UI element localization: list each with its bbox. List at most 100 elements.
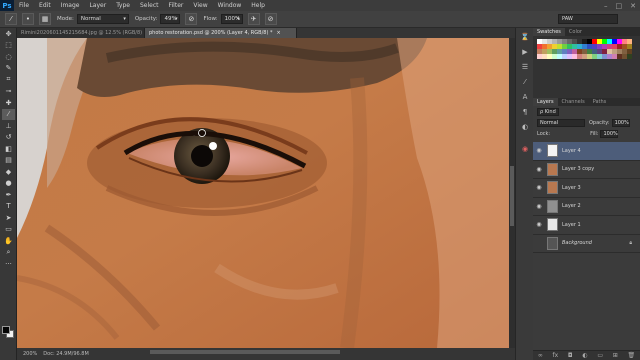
foreground-color-swatch[interactable] <box>2 326 10 334</box>
mode-select[interactable]: Normal <box>76 14 129 24</box>
document-tabs: Rimini2020601145215684.jpg @ 12.5% (RGB/… <box>17 28 515 38</box>
marquee-tool-icon[interactable]: ⬚ <box>2 40 15 52</box>
layer-kind-filter[interactable]: ρ Kind <box>537 107 559 116</box>
document-canvas[interactable] <box>17 38 509 348</box>
gradient-tool-icon[interactable]: ▤ <box>2 155 15 167</box>
paragraph-icon[interactable]: ¶ <box>519 106 531 118</box>
blend-mode-select[interactable]: Normal <box>537 118 585 127</box>
zoom-level[interactable]: 200% <box>23 351 37 357</box>
clone-stamp-tool-icon[interactable]: ⊥ <box>2 120 15 132</box>
layer-row[interactable]: ◉ Layer 3 copy <box>533 161 640 179</box>
path-select-tool-icon[interactable]: ➤ <box>2 212 15 224</box>
visibility-eye-icon[interactable]: ◉ <box>533 221 545 228</box>
menu-view[interactable]: View <box>188 0 212 11</box>
crop-tool-icon[interactable]: ⌗ <box>2 74 15 86</box>
menu-layer[interactable]: Layer <box>84 0 111 11</box>
layers-footer: ∞ fx ◘ ◐ ▭ ⊞ 🗑︎ <box>533 350 640 360</box>
airbrush-icon[interactable]: ✈ <box>247 13 260 25</box>
properties-icon[interactable]: ☰ <box>519 61 531 73</box>
more-tools-icon[interactable]: ··· <box>2 258 15 270</box>
layers-panel: Layers Channels Paths ρ Kind Normal Opac… <box>533 98 640 360</box>
tab-color[interactable]: Color <box>565 28 586 36</box>
menu-window[interactable]: Window <box>213 0 247 11</box>
swatch-grid <box>537 39 636 59</box>
brush-panel-icon[interactable]: ▦ <box>39 13 51 25</box>
character-icon[interactable]: A <box>519 91 531 103</box>
menu-type[interactable]: Type <box>111 0 135 11</box>
healing-brush-tool-icon[interactable]: ✚ <box>2 97 15 109</box>
blur-tool-icon[interactable]: ◆ <box>2 166 15 178</box>
delete-layer-icon[interactable]: 🗑︎ <box>627 352 635 359</box>
color-swatch[interactable] <box>627 54 632 59</box>
hand-tool-icon[interactable]: ✋ <box>2 235 15 247</box>
maximize-button[interactable]: □ <box>616 2 623 10</box>
brush-preset-icon[interactable]: ⁄ <box>5 13 17 25</box>
pressure-opacity-icon[interactable]: ⊘ <box>185 13 198 25</box>
visibility-eye-icon[interactable]: ◉ <box>533 166 545 173</box>
menu-image[interactable]: Image <box>56 0 85 11</box>
link-layers-icon[interactable]: ∞ <box>538 352 543 359</box>
blend-row: Normal Opacity: 100% <box>533 117 640 128</box>
minimize-button[interactable]: – <box>604 2 608 10</box>
layer-row[interactable]: ◉ Layer 4 <box>533 142 640 161</box>
workspace-select[interactable]: PAW <box>558 14 618 24</box>
brush-size-icon[interactable]: • <box>22 13 34 25</box>
tab-channels[interactable]: Channels <box>558 98 589 106</box>
adjustment-layer-icon[interactable]: ◐ <box>582 352 587 359</box>
pressure-size-icon[interactable]: ⊘ <box>264 13 277 25</box>
shape-tool-icon[interactable]: ▭ <box>2 224 15 236</box>
visibility-eye-icon[interactable]: ◉ <box>533 184 545 191</box>
menu-help[interactable]: Help <box>246 0 270 11</box>
tab-rimini[interactable]: Rimini2020601145215684.jpg @ 12.5% (RGB/… <box>17 28 145 38</box>
menu-file[interactable]: File <box>14 0 34 11</box>
tab-paths[interactable]: Paths <box>589 98 611 106</box>
type-tool-icon[interactable]: T <box>2 201 15 213</box>
visibility-eye-icon[interactable]: ◉ <box>533 147 545 154</box>
pen-tool-icon[interactable]: ✒ <box>2 189 15 201</box>
tab-layers[interactable]: Layers <box>533 98 558 106</box>
layer-name: Layer 3 <box>562 184 581 191</box>
layer-thumbnail <box>547 144 558 158</box>
menu-filter[interactable]: Filter <box>164 0 189 11</box>
lasso-tool-icon[interactable]: ◌ <box>2 51 15 63</box>
layer-opacity-input[interactable]: 100% <box>611 118 630 127</box>
lock-label: Lock: <box>537 130 551 137</box>
opacity-label: Opacity: <box>134 16 158 22</box>
history-brush-tool-icon[interactable]: ↺ <box>2 132 15 144</box>
new-layer-icon[interactable]: ⊞ <box>613 352 618 359</box>
tab-close-icon[interactable]: × <box>276 30 280 36</box>
color-wheel-icon[interactable]: ◉ <box>519 143 531 155</box>
photo-artwork <box>17 38 509 348</box>
fx-icon[interactable]: fx <box>553 352 559 359</box>
dodge-tool-icon[interactable]: ● <box>2 178 15 190</box>
eyedropper-tool-icon[interactable]: ⊸ <box>2 86 15 98</box>
tab-swatches[interactable]: Swatches <box>533 28 565 36</box>
filter-row: ρ Kind <box>533 106 640 117</box>
close-button[interactable]: ✕ <box>630 2 636 10</box>
tab-label: photo restoration.psd @ 200% (Layer 4, R… <box>149 30 273 36</box>
brush-presets-icon[interactable]: ⁄ <box>519 76 531 88</box>
vertical-scroll-thumb[interactable] <box>510 166 514 226</box>
opacity-input[interactable]: 49% <box>160 14 181 24</box>
add-mask-icon[interactable]: ◘ <box>568 352 573 359</box>
tab-photo-restoration[interactable]: photo restoration.psd @ 200% (Layer 4, R… <box>145 28 297 38</box>
layer-row[interactable]: ◉ Layer 2 <box>533 198 640 216</box>
menu-select[interactable]: Select <box>135 0 164 11</box>
history-icon[interactable]: ⌛ <box>519 31 531 43</box>
brush-tool-icon[interactable]: ⁄ <box>2 108 15 120</box>
zoom-tool-icon[interactable]: ⌕ <box>2 247 15 259</box>
flow-input[interactable]: 100% <box>220 14 243 24</box>
horizontal-scroll-thumb[interactable] <box>150 350 340 354</box>
layer-row[interactable]: Background 🔒︎ <box>533 235 640 253</box>
move-tool-icon[interactable]: ✥ <box>2 28 15 40</box>
visibility-eye-icon[interactable]: ◉ <box>533 203 545 210</box>
layer-row[interactable]: ◉ Layer 3 <box>533 179 640 198</box>
quick-select-tool-icon[interactable]: ✎ <box>2 63 15 75</box>
menu-edit[interactable]: Edit <box>34 0 56 11</box>
adjustments-icon[interactable]: ◐ <box>519 121 531 133</box>
layer-row[interactable]: ◉ Layer 1 <box>533 216 640 235</box>
eraser-tool-icon[interactable]: ◧ <box>2 143 15 155</box>
fill-input[interactable]: 100% <box>600 129 619 138</box>
new-group-icon[interactable]: ▭ <box>597 352 603 359</box>
actions-icon[interactable]: ▶ <box>519 46 531 58</box>
